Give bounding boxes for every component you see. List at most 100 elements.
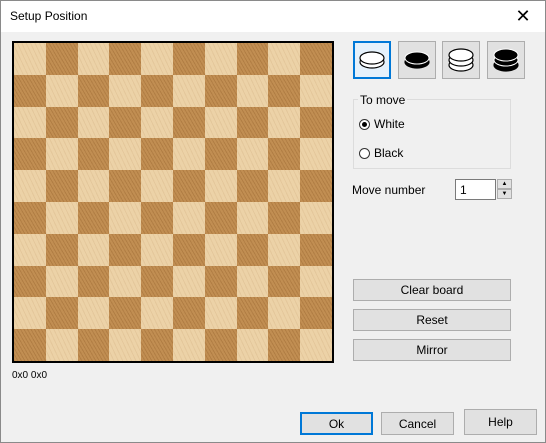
board-square-dark[interactable] (141, 74, 173, 107)
board-square-light[interactable] (236, 201, 269, 234)
board-square-light[interactable] (14, 170, 46, 202)
board-square-light[interactable] (14, 43, 46, 75)
board-square-light[interactable] (172, 138, 205, 171)
board-square-light[interactable] (141, 170, 173, 202)
board-square-light[interactable] (204, 233, 237, 266)
board-square-light[interactable] (268, 106, 301, 139)
board-square-light[interactable] (77, 297, 110, 330)
white-man-button[interactable] (353, 41, 391, 79)
board-square-dark[interactable] (14, 329, 46, 361)
spin-up-icon[interactable]: ▲ (497, 179, 512, 189)
spin-down-icon[interactable]: ▼ (497, 189, 512, 199)
board-square-light[interactable] (109, 138, 142, 171)
close-icon[interactable]: ✕ (501, 1, 545, 32)
board-square-dark[interactable] (172, 233, 205, 266)
board-square-dark[interactable] (77, 201, 110, 234)
board-square-dark[interactable] (204, 265, 237, 298)
board-square-light[interactable] (141, 233, 173, 266)
radio-black[interactable]: Black (359, 146, 403, 160)
board-square-light[interactable] (172, 74, 205, 107)
board-square-light[interactable] (45, 265, 78, 298)
board-square-light[interactable] (45, 329, 78, 361)
board-square-dark[interactable] (45, 106, 78, 139)
cancel-button[interactable]: Cancel (381, 412, 454, 435)
board-square-light[interactable] (172, 201, 205, 234)
radio-black-circle[interactable] (359, 147, 370, 159)
board-square-light[interactable] (77, 170, 110, 202)
board-square-dark[interactable] (109, 43, 142, 75)
board-square-light[interactable] (268, 43, 301, 75)
board-square-dark[interactable] (109, 106, 142, 139)
board-square-dark[interactable] (77, 265, 110, 298)
board-square-dark[interactable] (236, 297, 269, 330)
board-square-light[interactable] (236, 74, 269, 107)
board-square-light[interactable] (109, 74, 142, 107)
board-square-dark[interactable] (236, 233, 269, 266)
board-square-light[interactable] (236, 329, 269, 361)
board-square-dark[interactable] (172, 297, 205, 330)
board-square-dark[interactable] (14, 265, 46, 298)
mirror-button[interactable]: Mirror (353, 339, 511, 361)
black-king-button[interactable] (487, 41, 525, 79)
board-square-dark[interactable] (236, 106, 269, 139)
board-square-dark[interactable] (204, 74, 237, 107)
board-square-dark[interactable] (14, 201, 46, 234)
board-square-light[interactable] (45, 138, 78, 171)
checkers-board[interactable] (12, 41, 334, 363)
board-square-light[interactable] (141, 43, 173, 75)
radio-white-circle[interactable] (359, 118, 370, 130)
board-square-dark[interactable] (268, 265, 301, 298)
board-square-light[interactable] (14, 106, 46, 139)
radio-white[interactable]: White (359, 117, 405, 131)
board-square-dark[interactable] (172, 43, 205, 75)
board-square-dark[interactable] (204, 329, 237, 361)
board-square-light[interactable] (141, 106, 173, 139)
board-square-dark[interactable] (77, 329, 110, 361)
board-square-light[interactable] (236, 138, 269, 171)
board-square-dark[interactable] (204, 201, 237, 234)
board-square-light[interactable] (77, 106, 110, 139)
board-square-light[interactable] (77, 233, 110, 266)
board-square-light[interactable] (109, 329, 142, 361)
board-square-light[interactable] (204, 170, 237, 202)
board-square-dark[interactable] (141, 265, 173, 298)
board-square-light[interactable] (109, 265, 142, 298)
board-square-dark[interactable] (172, 106, 205, 139)
board-square-light[interactable] (268, 297, 301, 330)
board-square-light[interactable] (45, 201, 78, 234)
board-square-dark[interactable] (141, 201, 173, 234)
board-square-dark[interactable] (45, 43, 78, 75)
ok-button[interactable]: Ok (300, 412, 373, 435)
black-man-button[interactable] (398, 41, 436, 79)
board-square-light[interactable] (45, 74, 78, 107)
move-number-input[interactable] (455, 179, 496, 200)
board-square-dark[interactable] (141, 329, 173, 361)
board-square-dark[interactable] (300, 297, 332, 330)
board-square-light[interactable] (172, 265, 205, 298)
board-square-light[interactable] (300, 201, 332, 234)
board-square-dark[interactable] (45, 170, 78, 202)
board-square-dark[interactable] (172, 170, 205, 202)
board-square-dark[interactable] (109, 233, 142, 266)
board-square-light[interactable] (172, 329, 205, 361)
board-square-light[interactable] (204, 106, 237, 139)
clear-board-button[interactable]: Clear board (353, 279, 511, 301)
board-square-dark[interactable] (14, 74, 46, 107)
help-button[interactable]: Help (464, 409, 537, 435)
board-square-dark[interactable] (300, 43, 332, 75)
board-square-dark[interactable] (77, 138, 110, 171)
board-square-dark[interactable] (109, 297, 142, 330)
white-king-button[interactable] (442, 41, 480, 79)
board-square-light[interactable] (204, 43, 237, 75)
board-square-light[interactable] (300, 265, 332, 298)
board-square-dark[interactable] (300, 170, 332, 202)
board-square-light[interactable] (109, 201, 142, 234)
board-square-light[interactable] (204, 297, 237, 330)
board-square-dark[interactable] (14, 138, 46, 171)
board-square-dark[interactable] (141, 138, 173, 171)
board-square-dark[interactable] (300, 233, 332, 266)
board-square-dark[interactable] (236, 170, 269, 202)
board-square-light[interactable] (268, 170, 301, 202)
board-square-dark[interactable] (77, 74, 110, 107)
board-square-dark[interactable] (268, 329, 301, 361)
